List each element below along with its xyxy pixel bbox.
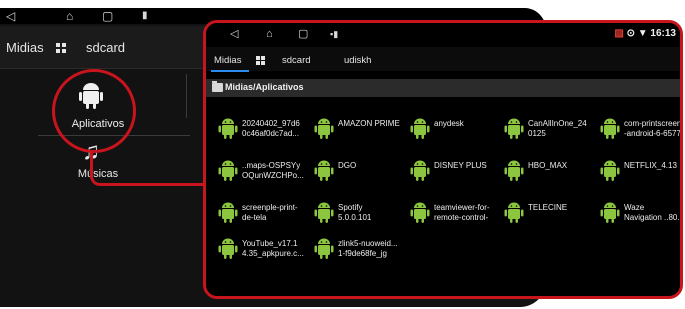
app-label: HBO_MAX bbox=[528, 161, 568, 170]
highlight-circle bbox=[52, 69, 136, 153]
android-app-icon bbox=[600, 117, 620, 141]
tab-sdcard[interactable]: sdcard bbox=[282, 55, 311, 66]
android-app-icon bbox=[410, 201, 430, 225]
app-label: CanAllInOne_24 0125 bbox=[528, 119, 587, 138]
app-label: Spotify 5.0.0.101 bbox=[338, 203, 372, 222]
highlight-connector bbox=[90, 150, 208, 186]
android-app-icon bbox=[314, 117, 334, 141]
folder-icon bbox=[212, 81, 223, 92]
app-label: screenple-print- de-tela bbox=[242, 203, 298, 222]
app-label: ..maps-OSPSYy OQunWZCHPo... bbox=[242, 161, 304, 180]
recents-icon[interactable]: ▢ bbox=[298, 29, 308, 40]
grid-icon[interactable] bbox=[256, 56, 265, 65]
android-app-icon bbox=[314, 201, 334, 225]
android-app-icon bbox=[218, 201, 238, 225]
android-app-icon bbox=[314, 237, 334, 261]
app-label: com-printscreen -android-6-6577 bbox=[624, 119, 682, 138]
app-label: DISNEY PLUS bbox=[434, 161, 487, 170]
home-icon[interactable]: ⌂ bbox=[266, 29, 273, 40]
tab-midias[interactable]: Midias bbox=[214, 55, 241, 66]
android-app-icon bbox=[504, 201, 524, 225]
app-label: zlink5-nuoweid... 1-f9de68fe_jg bbox=[338, 239, 398, 258]
android-app-icon bbox=[218, 237, 238, 261]
app-label: Waze Navigation ..80... bbox=[624, 203, 683, 222]
home-icon[interactable]: ⌂ bbox=[66, 10, 73, 22]
signal-icon: ▨ bbox=[614, 28, 624, 39]
app-label: teamviewer-for- remote-control- bbox=[434, 203, 490, 222]
android-app-icon bbox=[600, 201, 620, 225]
recents-icon[interactable]: ▢ bbox=[102, 10, 113, 22]
screenshot: ◁ ⌂ ▢ ▮ Midias sdcard Aplicativos ♫ Músi… bbox=[0, 0, 685, 309]
status-bar: ◁ ⌂ ▢ ▪▮ ▨ ⊙ ▼ 16:13 bbox=[206, 23, 680, 45]
app-label: YouTube_v17.1 4.35_apkpure.c... bbox=[242, 239, 304, 258]
app-label: AMAZON PRIME bbox=[338, 119, 400, 128]
app-label: DGO bbox=[338, 161, 357, 170]
back-icon[interactable]: ◁ bbox=[6, 10, 15, 22]
tab-bar: Midias sdcard udiskh bbox=[206, 47, 680, 88]
divider bbox=[186, 74, 187, 118]
app-label: 20240402_97d6 0c46af0dc7ad... bbox=[242, 119, 300, 138]
android-app-icon bbox=[218, 159, 238, 183]
app-label: NETFLIX_4.13 bbox=[624, 161, 677, 170]
android-app-icon bbox=[504, 117, 524, 141]
breadcrumb: Midias/Aplicativos bbox=[206, 79, 680, 97]
android-app-icon bbox=[600, 159, 620, 183]
app-label: anydesk bbox=[434, 119, 464, 128]
back-icon[interactable]: ◁ bbox=[230, 29, 238, 40]
android-app-icon bbox=[410, 159, 430, 183]
tab-udiskh[interactable]: udiskh bbox=[344, 55, 371, 66]
notification-icon: ▪▮ bbox=[330, 29, 339, 39]
breadcrumb-path: Midias/Aplicativos bbox=[225, 82, 304, 92]
grid-icon[interactable] bbox=[56, 43, 66, 53]
android-app-icon bbox=[410, 117, 430, 141]
android-app-icon bbox=[314, 159, 334, 183]
app-label: TELECINE bbox=[528, 203, 568, 212]
battery-icon: ▮ bbox=[142, 10, 148, 21]
status-time: 16:13 bbox=[650, 28, 676, 39]
file-manager-window: ◁ ⌂ ▢ ▪▮ ▨ ⊙ ▼ 16:13 Midias sdcard udisk… bbox=[203, 20, 683, 299]
android-app-icon bbox=[218, 117, 238, 141]
tab-indicator bbox=[211, 70, 249, 72]
location-icon: ⊙ bbox=[626, 28, 635, 39]
tab-sdcard[interactable]: sdcard bbox=[86, 40, 125, 55]
wifi-icon: ▼ bbox=[637, 28, 648, 39]
tab-midias[interactable]: Midias bbox=[6, 40, 44, 55]
status-indicators: ▨ ⊙ ▼ 16:13 bbox=[614, 28, 676, 39]
android-app-icon bbox=[504, 159, 524, 183]
